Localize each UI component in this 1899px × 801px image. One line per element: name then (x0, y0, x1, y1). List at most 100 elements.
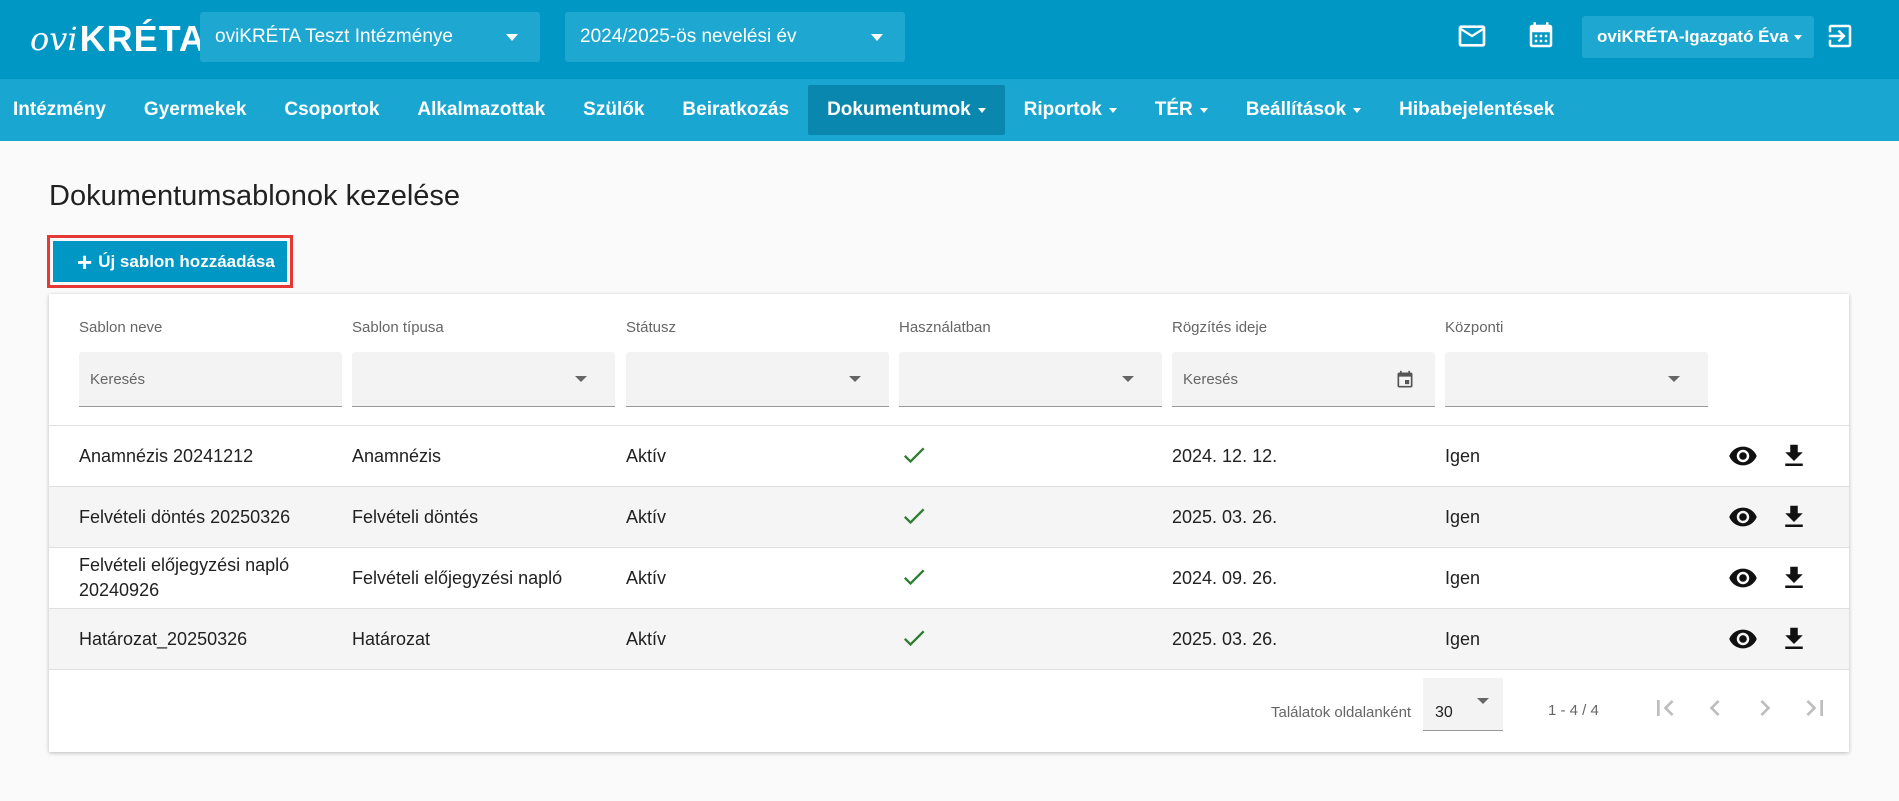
cell-name: Anamnézis 20241212 (79, 445, 254, 466)
table-row[interactable]: Határozat_20250326 Határozat Aktív 2025.… (49, 609, 1849, 670)
column-header-type[interactable]: Sablon típusa (352, 319, 444, 336)
nav-item-dokumentumok[interactable]: Dokumentumok (808, 85, 1005, 135)
school-year-select[interactable]: 2024/2025-ös nevelési év (565, 12, 905, 62)
add-template-button[interactable]: + Új sablon hozzáadása (53, 241, 287, 282)
cell-date: 2024. 12. 12. (1172, 445, 1278, 466)
chevron-down-icon (1668, 376, 1680, 382)
page-size-value: 30 (1435, 704, 1453, 721)
column-header-in-use[interactable]: Használatban (899, 319, 991, 336)
calendar-icon[interactable] (1523, 18, 1559, 54)
page-range: 1 - 4 / 4 (1548, 702, 1599, 719)
download-icon[interactable] (1779, 563, 1809, 593)
chevron-down-icon (849, 376, 861, 382)
logo[interactable]: ovi KRÉTA (30, 10, 205, 68)
chevron-down-icon (506, 34, 518, 41)
nav-item-beallitasok[interactable]: Beállítások (1227, 85, 1380, 135)
nav-item-alkalmazottak[interactable]: Alkalmazottak (398, 85, 564, 135)
chevron-down-icon (977, 107, 986, 113)
add-template-label: Új sablon hozzáadása (98, 251, 275, 271)
page-size-label: Találatok oldalanként (1271, 704, 1412, 721)
cell-central: Igen (1445, 445, 1481, 466)
nav-item-hibabejelentesek[interactable]: Hibabejelentések (1380, 85, 1573, 135)
chevron-down-icon (1199, 107, 1208, 113)
table-row[interactable]: Anamnézis 20241212 Anamnézis Aktív 2024.… (49, 426, 1849, 487)
add-button-highlight: + Új sablon hozzáadása (47, 235, 293, 288)
chevron-down-icon (1108, 107, 1117, 113)
last-page-icon[interactable] (1799, 692, 1831, 724)
cell-central: Igen (1445, 506, 1481, 527)
logo-text-kreta: KRÉTA (79, 18, 206, 59)
cell-name: Felvételi előjegyzési napló 20240926 (79, 555, 290, 600)
cell-type: Felvételi előjegyzési napló (352, 567, 563, 588)
institution-label: oviKRÉTA Teszt Intézménye (215, 26, 453, 47)
cell-status: Aktív (626, 445, 667, 466)
school-year-label: 2024/2025-ös nevelési év (580, 26, 797, 47)
column-header-central[interactable]: Központi (1445, 319, 1503, 336)
nav-item-szulok[interactable]: Szülők (564, 85, 663, 135)
table-row[interactable]: Felvételi döntés 20250326 Felvételi dönt… (49, 487, 1849, 548)
eye-icon[interactable] (1728, 563, 1758, 593)
nav-item-intezmeny[interactable]: Intézmény (0, 85, 125, 135)
eye-icon[interactable] (1728, 441, 1758, 471)
column-header-status[interactable]: Státusz (626, 319, 676, 336)
chevron-down-icon (1477, 698, 1489, 704)
cell-status: Aktív (626, 506, 667, 527)
column-header-name[interactable]: Sablon neve (79, 319, 162, 336)
check-icon (903, 447, 925, 464)
column-header-date[interactable]: Rögzítés ideje (1172, 319, 1267, 336)
logo-text-ovi: ovi (30, 20, 78, 58)
cell-type: Anamnézis (352, 445, 442, 466)
cell-date: 2024. 09. 26. (1172, 567, 1278, 588)
download-icon[interactable] (1779, 441, 1809, 471)
central-filter-select[interactable] (1445, 352, 1708, 407)
next-page-icon[interactable] (1749, 692, 1781, 724)
chevron-down-icon (575, 376, 587, 382)
mail-icon[interactable] (1454, 18, 1490, 54)
logout-icon[interactable] (1822, 18, 1858, 54)
eye-icon[interactable] (1728, 502, 1758, 532)
date-filter-input[interactable]: Keresés (1172, 352, 1435, 407)
cell-date: 2025. 03. 26. (1172, 506, 1278, 527)
prev-page-icon[interactable] (1699, 692, 1731, 724)
chevron-down-icon (1122, 376, 1134, 382)
chevron-down-icon (1353, 107, 1362, 113)
status-filter-select[interactable] (626, 352, 889, 407)
name-filter-input[interactable]: Keresés (79, 352, 342, 407)
cell-status: Aktív (626, 628, 667, 649)
nav-item-beiratkozas[interactable]: Beiratkozás (663, 85, 808, 135)
nav-item-gyermekek[interactable]: Gyermekek (125, 85, 265, 135)
first-page-icon[interactable] (1649, 692, 1681, 724)
cell-type: Felvételi döntés (352, 506, 479, 527)
date-filter-placeholder: Keresés (1183, 370, 1239, 388)
download-icon[interactable] (1779, 502, 1809, 532)
user-name: oviKRÉTA-Igazgató Éva (1597, 27, 1789, 46)
cell-status: Aktív (626, 567, 667, 588)
page-size-select[interactable]: 30 (1423, 678, 1503, 731)
cell-name: Felvételi döntés 20250326 (79, 506, 291, 527)
user-menu-button[interactable]: oviKRÉTA-Igazgató Éva (1582, 16, 1814, 58)
templates-table: Sablon neve Sablon típusa Státusz Haszná… (49, 294, 1849, 752)
cell-type: Határozat (352, 628, 431, 649)
nav-item-csoportok[interactable]: Csoportok (265, 85, 398, 135)
check-icon (903, 630, 925, 647)
check-icon (903, 569, 925, 586)
top-bar: ovi KRÉTA oviKRÉTA Teszt Intézménye 2024… (0, 0, 1899, 79)
cell-central: Igen (1445, 567, 1481, 588)
type-filter-select[interactable] (352, 352, 615, 407)
nav-item-ter[interactable]: TÉR (1136, 85, 1227, 135)
main-nav: Intézmény Gyermekek Csoportok Alkalmazot… (0, 79, 1899, 141)
name-filter-placeholder: Keresés (90, 370, 146, 388)
check-icon (903, 508, 925, 525)
cell-date: 2025. 03. 26. (1172, 628, 1278, 649)
calendar-icon[interactable] (1395, 370, 1415, 390)
cell-central: Igen (1445, 628, 1481, 649)
institution-select[interactable]: oviKRÉTA Teszt Intézménye (200, 12, 540, 62)
download-icon[interactable] (1779, 624, 1809, 654)
in-use-filter-select[interactable] (899, 352, 1162, 407)
eye-icon[interactable] (1728, 624, 1758, 654)
table-row[interactable]: Felvételi előjegyzési napló 20240926 Fel… (49, 548, 1849, 609)
chevron-down-icon (871, 34, 883, 41)
nav-item-riportok[interactable]: Riportok (1005, 85, 1136, 135)
page-title: Dokumentumsablonok kezelése (49, 180, 461, 212)
cell-name: Határozat_20250326 (79, 628, 248, 649)
